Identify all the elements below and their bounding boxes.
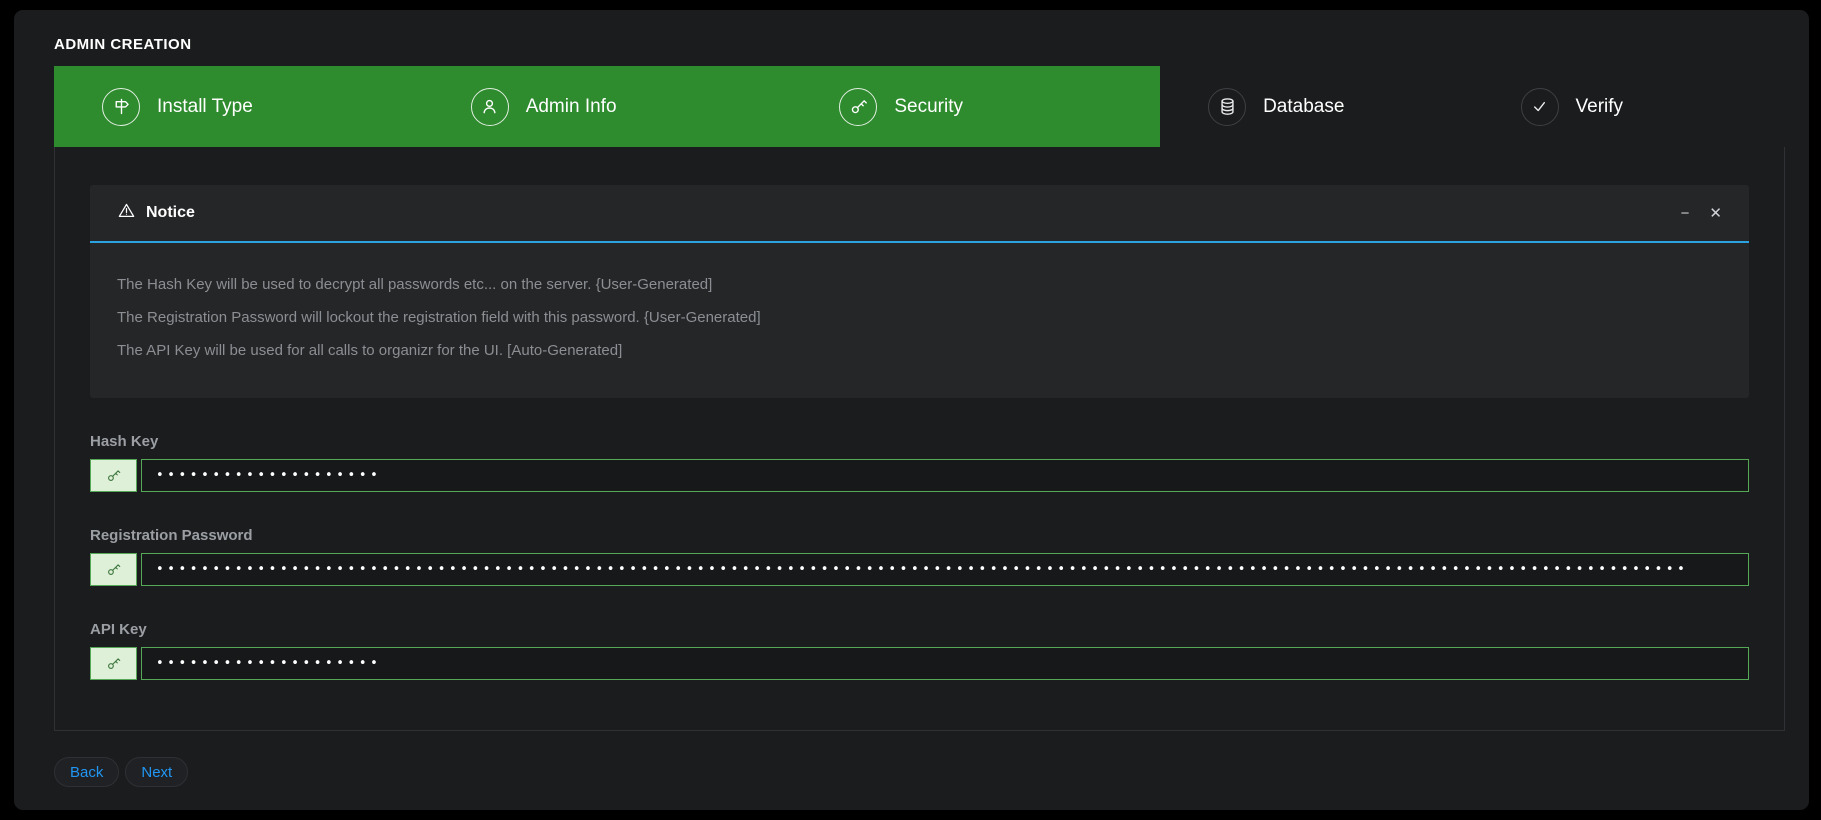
page-title: ADMIN CREATION bbox=[54, 36, 1785, 53]
check-icon bbox=[1529, 96, 1550, 117]
next-button[interactable]: Next bbox=[125, 757, 188, 787]
step-verify[interactable]: Verify bbox=[1473, 66, 1785, 147]
key-icon bbox=[90, 553, 137, 586]
step-database[interactable]: Database bbox=[1160, 66, 1472, 147]
step-circle bbox=[1521, 88, 1559, 126]
hash-key-input[interactable] bbox=[141, 459, 1749, 492]
wizard-stepper: Install Type Admin Info Security bbox=[54, 66, 1785, 147]
key-icon bbox=[848, 96, 869, 117]
notice-line: The API Key will be used for all calls t… bbox=[117, 334, 1722, 367]
key-icon bbox=[90, 647, 137, 680]
hash-key-label: Hash Key bbox=[90, 433, 1749, 450]
api-key-input[interactable] bbox=[141, 647, 1749, 680]
close-icon[interactable]: ✕ bbox=[1709, 206, 1722, 221]
step-label: Database bbox=[1263, 96, 1344, 118]
notice-tools: − ✕ bbox=[1681, 206, 1722, 221]
database-icon bbox=[1217, 96, 1238, 117]
api-key-group: API Key bbox=[90, 621, 1749, 680]
registration-password-group: Registration Password bbox=[90, 527, 1749, 586]
key-icon bbox=[90, 459, 137, 492]
registration-password-input[interactable] bbox=[141, 553, 1749, 586]
signpost-icon bbox=[111, 96, 132, 117]
registration-password-label: Registration Password bbox=[90, 527, 1749, 544]
notice-panel: Notice − ✕ The Hash Key will be used to … bbox=[90, 185, 1749, 398]
api-key-input-group bbox=[90, 647, 1749, 680]
minimize-icon[interactable]: − bbox=[1681, 206, 1690, 221]
step-circle bbox=[1208, 88, 1246, 126]
step-label: Admin Info bbox=[526, 96, 617, 118]
step-circle bbox=[471, 88, 509, 126]
warning-icon bbox=[117, 201, 136, 225]
step-circle bbox=[839, 88, 877, 126]
security-step-content: Notice − ✕ The Hash Key will be used to … bbox=[54, 147, 1785, 731]
notice-body: The Hash Key will be used to decrypt all… bbox=[90, 243, 1749, 398]
step-label: Install Type bbox=[157, 96, 253, 118]
api-key-label: API Key bbox=[90, 621, 1749, 638]
notice-title-wrap: Notice bbox=[117, 201, 195, 225]
step-admin-info[interactable]: Admin Info bbox=[423, 66, 792, 147]
step-install-type[interactable]: Install Type bbox=[54, 66, 423, 147]
user-icon bbox=[479, 96, 500, 117]
step-security[interactable]: Security bbox=[791, 66, 1160, 147]
step-label: Security bbox=[894, 96, 963, 118]
hash-key-group: Hash Key bbox=[90, 433, 1749, 492]
back-button[interactable]: Back bbox=[54, 757, 119, 787]
notice-line: The Registration Password will lockout t… bbox=[117, 301, 1722, 334]
screen: ADMIN CREATION Install Type Admin Info bbox=[0, 0, 1821, 820]
hash-key-input-group bbox=[90, 459, 1749, 492]
wizard-nav-buttons: Back Next bbox=[54, 757, 1785, 787]
notice-header: Notice − ✕ bbox=[90, 185, 1749, 241]
step-circle bbox=[102, 88, 140, 126]
notice-line: The Hash Key will be used to decrypt all… bbox=[117, 268, 1722, 301]
admin-creation-panel: ADMIN CREATION Install Type Admin Info bbox=[14, 10, 1809, 810]
step-label: Verify bbox=[1576, 96, 1624, 118]
notice-title: Notice bbox=[146, 204, 195, 222]
registration-password-input-group bbox=[90, 553, 1749, 586]
